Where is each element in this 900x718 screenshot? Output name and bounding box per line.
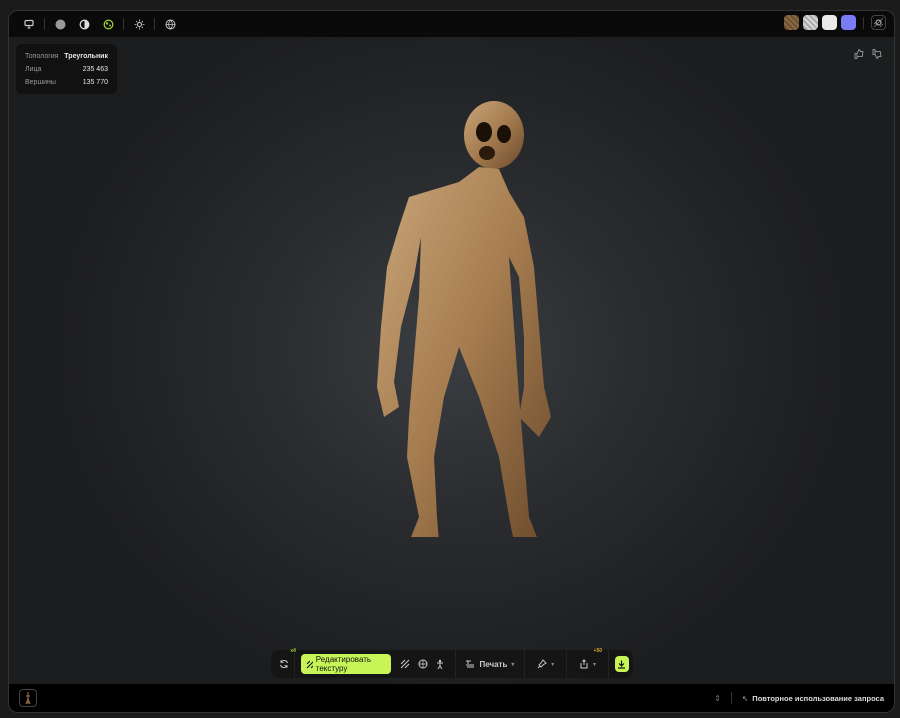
printer-icon: [466, 660, 475, 668]
regenerate-count-badge: x4: [290, 648, 296, 654]
chevron-down-icon: ▾: [511, 661, 515, 668]
divider: [44, 18, 45, 30]
reuse-prompt-button[interactable]: Повторное использование запроса: [752, 694, 884, 703]
swatch-base-color[interactable]: [784, 15, 799, 30]
clay-shading-icon[interactable]: [77, 17, 91, 31]
reuse-arrow-icon: ↖: [742, 693, 749, 703]
material-swatches: [784, 15, 886, 30]
hdri-settings-icon[interactable]: [871, 15, 886, 30]
app-window: Топология Треугольник Лица 235 463 Вершины…: [8, 10, 895, 713]
texture-pattern-icon: [400, 659, 410, 669]
swatch-roughness[interactable]: [803, 15, 818, 30]
divider: [863, 16, 864, 29]
texture-edit-icon: [306, 660, 313, 668]
share-reward-badge: +50: [593, 648, 603, 654]
regenerate-button[interactable]: x4: [275, 648, 296, 674]
3d-model-figure[interactable]: [359, 97, 569, 537]
animate-dropdown[interactable]: ▾: [525, 654, 566, 674]
swatch-normal[interactable]: [841, 15, 856, 30]
stat-value: Треугольник: [64, 53, 108, 60]
top-toolbar: [9, 11, 894, 37]
solid-shading-icon[interactable]: [53, 17, 67, 31]
thumbs-up-icon[interactable]: [854, 49, 864, 59]
swatch-metallic[interactable]: [822, 15, 837, 30]
stat-value: 135 770: [82, 79, 108, 86]
download-icon: [618, 660, 626, 669]
divider: [731, 692, 732, 704]
monitor-icon[interactable]: [22, 17, 36, 31]
stat-label: Лица: [25, 66, 42, 73]
rig-button[interactable]: [431, 654, 448, 674]
divider: [293, 650, 295, 678]
chevron-down-icon: ▾: [593, 661, 597, 668]
stat-value: 235 463: [82, 66, 108, 73]
rigging-icon: [436, 659, 443, 669]
divider: [154, 18, 155, 30]
stylize-button[interactable]: [414, 654, 431, 674]
3d-viewport[interactable]: Топология Треугольник Лица 235 463 Вершины…: [9, 37, 894, 686]
thumbs-down-icon[interactable]: [872, 49, 882, 59]
divider: [608, 650, 609, 678]
share-icon: [580, 659, 588, 669]
stat-label: Топология: [25, 53, 59, 60]
wireframe-globe-icon[interactable]: [163, 17, 177, 31]
model-actions-toolbar: x4 Редактировать текстуру Печать ▾ ▾ ▾ +…: [271, 648, 633, 678]
edit-texture-button[interactable]: Редактировать текстуру: [300, 654, 391, 674]
share-dropdown[interactable]: ▾ +50: [567, 648, 608, 674]
download-button[interactable]: [614, 656, 630, 672]
sphere-segments-icon: [418, 659, 428, 669]
pin-icon: [537, 659, 547, 669]
texture-shading-icon[interactable]: [101, 17, 115, 31]
edit-texture-label: Редактировать текстуру: [315, 655, 372, 673]
feedback-buttons: [854, 49, 882, 59]
mesh-stats-panel: Топология Треугольник Лица 235 463 Вершины…: [16, 44, 117, 94]
model-thumbnail[interactable]: [19, 689, 37, 707]
reuse-prompt-area: ⇕ ↖ Повторное использование запроса: [714, 692, 884, 704]
lighting-icon[interactable]: [132, 17, 146, 31]
print-label: Печать: [479, 659, 508, 669]
print-dropdown[interactable]: Печать ▾: [455, 654, 524, 674]
chevron-down-icon: ▾: [551, 661, 555, 668]
bottom-bar: ⇕ ↖ Повторное использование запроса: [9, 684, 894, 712]
refresh-icon: [280, 660, 289, 668]
expand-collapse-icon[interactable]: ⇕: [714, 694, 721, 703]
stat-label: Вершины: [25, 79, 56, 86]
remesh-button[interactable]: [397, 654, 414, 674]
divider: [123, 18, 124, 30]
